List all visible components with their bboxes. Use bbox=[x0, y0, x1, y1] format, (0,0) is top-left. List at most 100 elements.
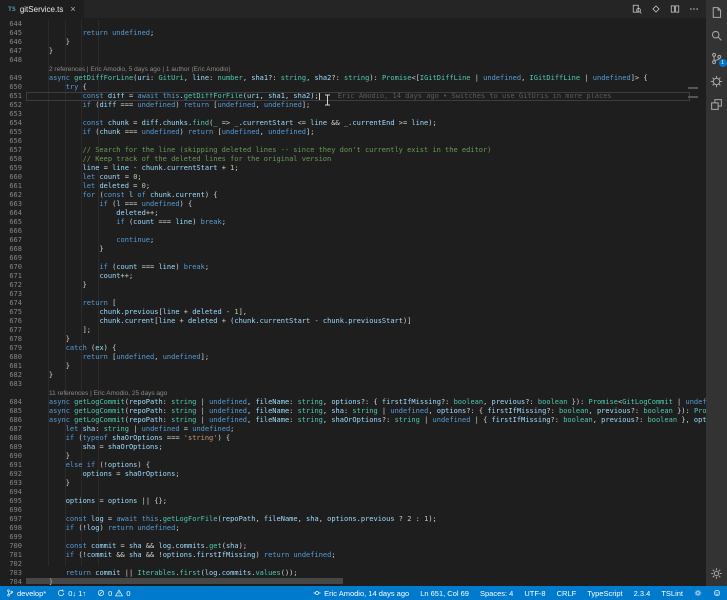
code-line[interactable]: 688 if (typeof shaOrOptions === 'string'… bbox=[0, 434, 706, 443]
line-number[interactable]: 644 bbox=[0, 20, 26, 29]
code-line[interactable]: 666 bbox=[0, 227, 706, 236]
line-number[interactable]: 702 bbox=[0, 560, 26, 569]
activitybar-extensions[interactable] bbox=[710, 97, 724, 111]
code-line[interactable]: 657 // Search for the line (skipping del… bbox=[0, 146, 706, 155]
code-line[interactable]: 682 } bbox=[0, 371, 706, 380]
tab-close-icon[interactable]: × bbox=[70, 4, 75, 14]
line-number[interactable]: 658 bbox=[0, 155, 26, 164]
code-line[interactable]: 647 } bbox=[0, 47, 706, 56]
statusbar-tslint[interactable]: TSLint bbox=[661, 589, 683, 598]
code-line[interactable]: 668 } bbox=[0, 245, 706, 254]
line-number[interactable]: 701 bbox=[0, 551, 26, 560]
code-line[interactable]: 670 if (count === line) break; bbox=[0, 263, 706, 272]
line-number[interactable]: 689 bbox=[0, 443, 26, 452]
code-line[interactable]: 692 options = shaOrOptions; bbox=[0, 470, 706, 479]
code-line[interactable]: 697 const log = await this.getLogForFile… bbox=[0, 515, 706, 524]
code-line[interactable]: 686 async getLogCommit(repoPath: string … bbox=[0, 416, 706, 425]
statusbar-problems[interactable]: 00 bbox=[97, 589, 130, 598]
code-line[interactable]: 678 } bbox=[0, 335, 706, 344]
code-line[interactable]: 644 bbox=[0, 20, 706, 29]
open-preview-button[interactable] bbox=[632, 4, 642, 14]
code-line[interactable]: 649 async getDiffForLine(uri: GitUri, li… bbox=[0, 74, 706, 83]
line-number[interactable]: 659 bbox=[0, 164, 26, 173]
line-number[interactable]: 688 bbox=[0, 434, 26, 443]
code-line[interactable]: 690 } bbox=[0, 452, 706, 461]
code-line[interactable]: 684 async getLogCommit(repoPath: string … bbox=[0, 398, 706, 407]
line-number[interactable]: 645 bbox=[0, 29, 26, 38]
statusbar-telemetry[interactable] bbox=[694, 589, 702, 597]
activitybar-search[interactable] bbox=[710, 28, 724, 42]
line-number[interactable]: 704 bbox=[0, 578, 26, 586]
line-number[interactable]: 656 bbox=[0, 137, 26, 146]
line-number[interactable]: 700 bbox=[0, 542, 26, 551]
code-line[interactable]: 677 ]; bbox=[0, 326, 706, 335]
line-number[interactable]: 690 bbox=[0, 452, 26, 461]
line-number[interactable]: 674 bbox=[0, 299, 26, 308]
code-line[interactable]: 645 return undefined; bbox=[0, 29, 706, 38]
activitybar-explorer[interactable] bbox=[710, 5, 724, 19]
line-number[interactable]: 649 bbox=[0, 74, 26, 83]
line-number[interactable]: 687 bbox=[0, 425, 26, 434]
line-number[interactable]: 670 bbox=[0, 263, 26, 272]
line-number[interactable]: 678 bbox=[0, 335, 26, 344]
code-line[interactable]: 667 continue; bbox=[0, 236, 706, 245]
line-number[interactable]: 677 bbox=[0, 326, 26, 335]
line-number[interactable]: 672 bbox=[0, 281, 26, 290]
line-number[interactable]: 653 bbox=[0, 110, 26, 119]
line-number[interactable]: 703 bbox=[0, 569, 26, 578]
code-line[interactable]: 695 options = options || {}; bbox=[0, 497, 706, 506]
statusbar-gitlens-blame[interactable]: Eric Amodio, 14 days ago bbox=[313, 589, 409, 598]
horizontal-scrollbar[interactable] bbox=[26, 578, 343, 584]
line-number[interactable]: 680 bbox=[0, 353, 26, 362]
statusbar-language[interactable]: TypeScript bbox=[587, 589, 622, 598]
line-number[interactable]: 691 bbox=[0, 461, 26, 470]
code-line[interactable]: 664 deleted++; bbox=[0, 209, 706, 218]
code-line[interactable]: 700 const commit = sha && log.commits.ge… bbox=[0, 542, 706, 551]
line-number[interactable]: 684 bbox=[0, 398, 26, 407]
code-line[interactable]: 648 bbox=[0, 56, 706, 65]
line-number[interactable]: 685 bbox=[0, 407, 26, 416]
statusbar-sync[interactable]: 0↓ 1↑ bbox=[57, 589, 86, 598]
line-number[interactable]: 661 bbox=[0, 182, 26, 191]
line-number[interactable]: 648 bbox=[0, 56, 26, 65]
codelens-row[interactable]: 2 references | Eric Amodio, 5 days ago |… bbox=[0, 65, 706, 74]
code-line[interactable]: 671 count++; bbox=[0, 272, 706, 281]
code-line[interactable]: 689 sha = shaOrOptions; bbox=[0, 443, 706, 452]
line-number[interactable]: 665 bbox=[0, 218, 26, 227]
code-line[interactable]: 693 } bbox=[0, 479, 706, 488]
activitybar-source-control[interactable]: 1 bbox=[710, 51, 727, 67]
code-line[interactable]: 702 bbox=[0, 560, 706, 569]
line-number[interactable]: 652 bbox=[0, 101, 26, 110]
line-number[interactable]: 668 bbox=[0, 245, 26, 254]
statusbar-feedback[interactable] bbox=[713, 589, 721, 597]
code-line[interactable]: 696 bbox=[0, 506, 706, 515]
code-line[interactable]: 699 bbox=[0, 533, 706, 542]
code-line[interactable]: 681 } bbox=[0, 362, 706, 371]
code-line[interactable]: 663 if (l === undefined) { bbox=[0, 200, 706, 209]
codelens-link[interactable]: 11 references | Eric Amodio, 25 days ago bbox=[49, 389, 167, 398]
code-line[interactable]: 669 bbox=[0, 254, 706, 263]
line-number[interactable]: 655 bbox=[0, 128, 26, 137]
line-number[interactable]: 669 bbox=[0, 254, 26, 263]
code-line[interactable]: 659 line = line - chunk.currentStart + 1… bbox=[0, 164, 706, 173]
code-line[interactable]: 680 return [undefined, undefined]; bbox=[0, 353, 706, 362]
line-number[interactable]: 679 bbox=[0, 344, 26, 353]
code-line[interactable]: 676 chunk.current[line + deleted + (chun… bbox=[0, 317, 706, 326]
line-number[interactable]: 657 bbox=[0, 146, 26, 155]
code-line[interactable]: 675 chunk.previous[line + deleted - 1], bbox=[0, 308, 706, 317]
line-number[interactable]: 694 bbox=[0, 488, 26, 497]
statusbar-eol[interactable]: CRLF bbox=[557, 589, 577, 598]
line-number[interactable]: 673 bbox=[0, 290, 26, 299]
code-line[interactable]: 674 return [ bbox=[0, 299, 706, 308]
more-actions-button[interactable] bbox=[689, 4, 699, 14]
code-line[interactable]: 701 if (!commit && sha && !options.first… bbox=[0, 551, 706, 560]
line-number[interactable]: 664 bbox=[0, 209, 26, 218]
editor[interactable]: 644 645 return undefined; 646 } 647 } 648 2 r… bbox=[0, 18, 706, 586]
line-number[interactable]: 662 bbox=[0, 191, 26, 200]
line-number[interactable]: 698 bbox=[0, 524, 26, 533]
line-number[interactable]: 683 bbox=[0, 380, 26, 389]
split-editor-button[interactable] bbox=[670, 4, 680, 14]
activitybar-debug[interactable] bbox=[710, 74, 724, 88]
line-number[interactable]: 675 bbox=[0, 308, 26, 317]
code-line[interactable]: 660 let count = 0; bbox=[0, 173, 706, 182]
